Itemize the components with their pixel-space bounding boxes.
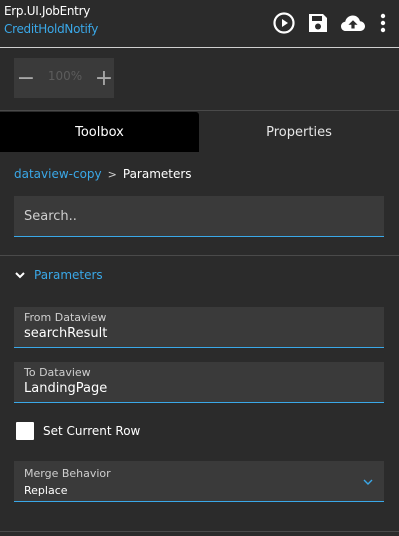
breadcrumb-parent-link[interactable]: dataview-copy bbox=[14, 167, 102, 181]
section-label: Parameters bbox=[34, 268, 103, 282]
breadcrumb: dataview-copy > Parameters bbox=[14, 167, 192, 181]
chevron-down-icon bbox=[15, 272, 25, 279]
app-subtitle[interactable]: CreditHoldNotify bbox=[4, 22, 98, 36]
divider bbox=[0, 531, 399, 532]
set-current-row-option[interactable]: Set Current Row bbox=[16, 422, 140, 440]
from-dataview-field[interactable]: From Dataview searchResult bbox=[14, 307, 384, 348]
chevron-down-icon bbox=[363, 479, 373, 485]
breadcrumb-separator: > bbox=[107, 167, 117, 181]
from-dataview-value: searchResult bbox=[24, 326, 108, 341]
more-vertical-icon bbox=[380, 13, 386, 33]
run-button[interactable] bbox=[271, 10, 297, 36]
zoom-out-button[interactable]: − bbox=[14, 58, 38, 98]
breadcrumb-current: Parameters bbox=[122, 167, 192, 181]
divider bbox=[0, 110, 399, 111]
zoom-in-button[interactable]: + bbox=[92, 58, 116, 98]
divider bbox=[0, 255, 399, 256]
set-current-row-label: Set Current Row bbox=[43, 424, 141, 438]
app-panel: Erp.UI.JobEntry CreditHoldNotify − 100% … bbox=[0, 0, 399, 536]
merge-behavior-value: Replace bbox=[24, 484, 68, 497]
cloud-upload-icon bbox=[341, 15, 365, 31]
header: Erp.UI.JobEntry CreditHoldNotify bbox=[0, 0, 399, 48]
search-box bbox=[14, 196, 384, 237]
merge-behavior-label: Merge Behavior bbox=[24, 467, 111, 480]
zoom-level: 100% bbox=[47, 69, 83, 83]
zoom-control: − 100% + bbox=[14, 58, 114, 98]
tab-toolbox[interactable]: Toolbox bbox=[0, 112, 199, 152]
tab-properties[interactable]: Properties bbox=[199, 112, 399, 152]
play-circle-icon bbox=[273, 12, 295, 34]
tab-bar: Toolbox Properties bbox=[0, 112, 399, 152]
search-input[interactable] bbox=[14, 196, 384, 236]
publish-button[interactable] bbox=[339, 10, 367, 36]
app-title: Erp.UI.JobEntry bbox=[4, 4, 91, 18]
more-button[interactable] bbox=[372, 10, 394, 36]
to-dataview-field[interactable]: To Dataview LandingPage bbox=[14, 362, 384, 403]
merge-behavior-select[interactable]: Merge Behavior Replace bbox=[14, 461, 384, 502]
set-current-row-checkbox[interactable] bbox=[16, 422, 34, 440]
save-icon bbox=[309, 14, 327, 32]
save-button[interactable] bbox=[305, 10, 331, 36]
to-dataview-label: To Dataview bbox=[24, 366, 91, 379]
parameters-section-toggle[interactable]: Parameters bbox=[14, 268, 103, 282]
to-dataview-value: LandingPage bbox=[24, 381, 108, 396]
from-dataview-label: From Dataview bbox=[24, 311, 107, 324]
